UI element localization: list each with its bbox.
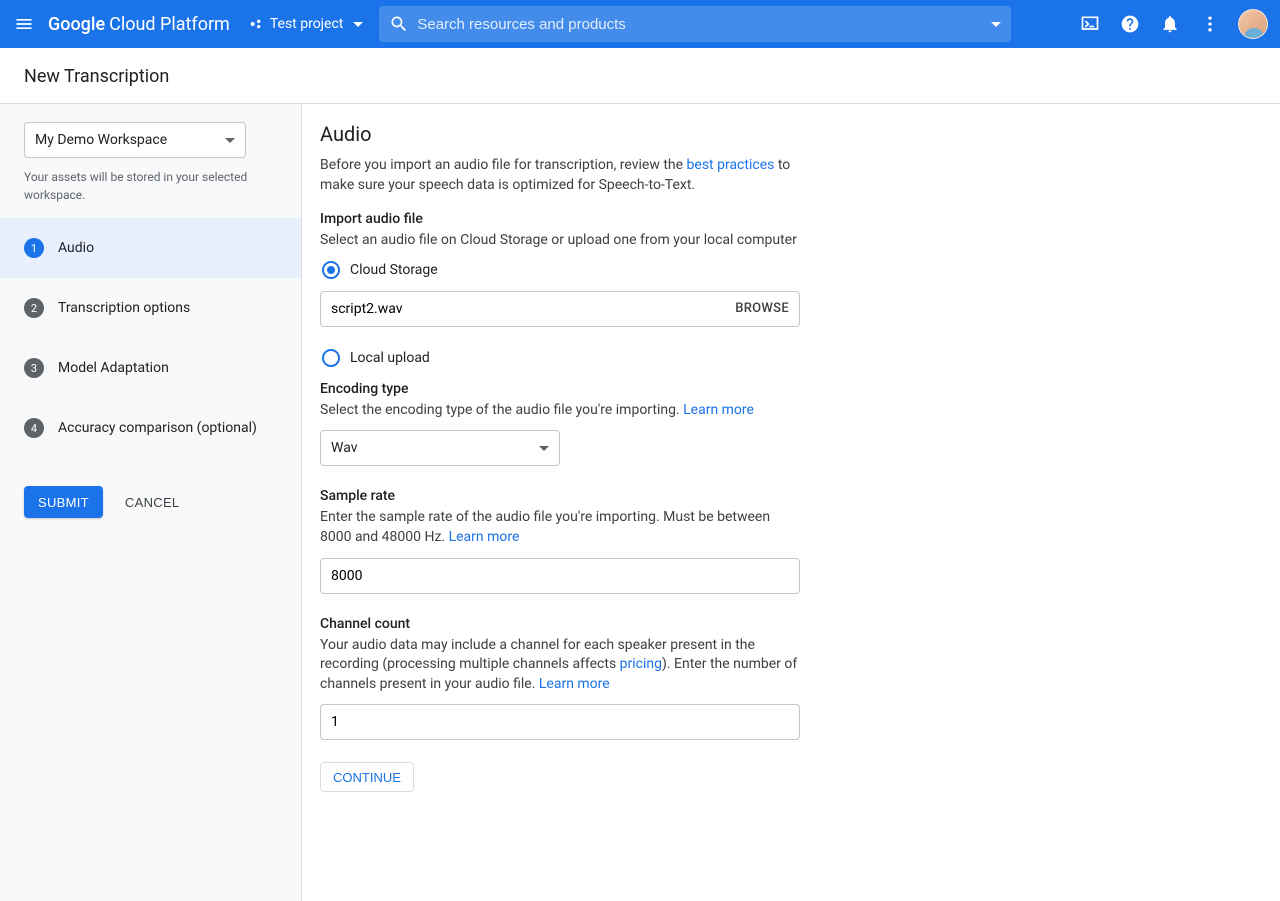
notifications-icon[interactable] [1158,12,1182,36]
radio-label: Cloud Storage [350,262,438,278]
step-number: 2 [24,298,44,318]
cancel-button[interactable]: CANCEL [125,495,180,510]
chevron-down-icon [225,138,235,143]
radio-cloud-storage[interactable]: Cloud Storage [322,261,800,279]
workspace-help-text: Your assets will be stored in your selec… [0,168,301,218]
encoding-desc: Select the encoding type of the audio fi… [320,401,800,421]
radio-local-upload[interactable]: Local upload [322,349,800,367]
search-icon [389,14,409,34]
chevron-down-icon [353,22,363,27]
step-label: Audio [58,240,94,256]
step-transcription-options[interactable]: 2 Transcription options [0,278,301,338]
browse-button[interactable]: BROWSE [735,301,789,316]
step-number: 4 [24,418,44,438]
step-number: 1 [24,238,44,258]
encoding-label: Encoding type [320,381,800,397]
import-audio-label: Import audio file [320,211,800,227]
radio-label: Local upload [350,350,430,366]
workspace-value: My Demo Workspace [35,132,167,148]
channel-count-input-wrap [320,704,800,740]
sample-rate-desc: Enter the sample rate of the audio file … [320,508,800,547]
top-header: Google Cloud Platform Test project [0,0,1280,48]
page-title: New Transcription [0,48,1280,104]
search-bar[interactable] [379,6,1011,42]
logo-platform: Cloud Platform [109,14,230,35]
channel-count-desc: Your audio data may include a channel fo… [320,636,800,695]
main-content: Audio Before you import an audio file fo… [302,104,1280,901]
audio-intro: Before you import an audio file for tran… [320,156,800,195]
step-model-adaptation[interactable]: 3 Model Adaptation [0,338,301,398]
sidebar: My Demo Workspace Your assets will be st… [0,104,302,901]
gcp-logo[interactable]: Google Cloud Platform [48,14,230,35]
channel-count-label: Channel count [320,616,800,632]
user-avatar[interactable] [1238,9,1268,39]
audio-section-title: Audio [320,122,800,146]
step-list: 1 Audio 2 Transcription options 3 Model … [0,218,301,458]
search-input[interactable] [417,16,983,33]
best-practices-link[interactable]: best practices [687,157,775,173]
header-right-icons [1078,9,1268,39]
step-number: 3 [24,358,44,378]
sidebar-actions: SUBMIT CANCEL [0,458,301,546]
logo-google: Google [48,14,105,35]
project-name: Test project [270,16,344,32]
cloud-shell-icon[interactable] [1078,12,1102,36]
channel-count-input[interactable] [331,714,789,730]
encoding-select[interactable]: Wav [320,430,560,466]
step-accuracy-comparison[interactable]: 4 Accuracy comparison (optional) [0,398,301,458]
encoding-learn-more-link[interactable]: Learn more [683,402,754,418]
help-icon[interactable] [1118,12,1142,36]
hamburger-menu-icon[interactable] [12,12,36,36]
sample-learn-more-link[interactable]: Learn more [449,529,520,545]
submit-button[interactable]: SUBMIT [24,486,103,518]
project-selector[interactable]: Test project [248,16,364,32]
radio-unchecked-icon [322,349,340,367]
sample-rate-input-wrap [320,558,800,594]
channel-learn-more-link[interactable]: Learn more [539,676,610,692]
step-label: Transcription options [58,300,190,316]
chevron-down-icon [539,446,549,451]
radio-checked-icon [322,261,340,279]
workspace-select[interactable]: My Demo Workspace [24,122,246,158]
step-audio[interactable]: 1 Audio [0,218,301,278]
sample-rate-input[interactable] [331,568,789,584]
pricing-link[interactable]: pricing [620,656,662,672]
project-icon [248,16,264,32]
sample-rate-label: Sample rate [320,488,800,504]
step-label: Accuracy comparison (optional) [58,420,257,436]
search-scope-chevron-icon[interactable] [991,22,1001,27]
more-icon[interactable] [1198,12,1222,36]
continue-button[interactable]: CONTINUE [320,762,414,792]
audio-file-input[interactable] [331,301,735,317]
audio-file-input-wrap: BROWSE [320,291,800,327]
encoding-value: Wav [331,440,358,456]
step-label: Model Adaptation [58,360,169,376]
import-audio-desc: Select an audio file on Cloud Storage or… [320,231,800,251]
